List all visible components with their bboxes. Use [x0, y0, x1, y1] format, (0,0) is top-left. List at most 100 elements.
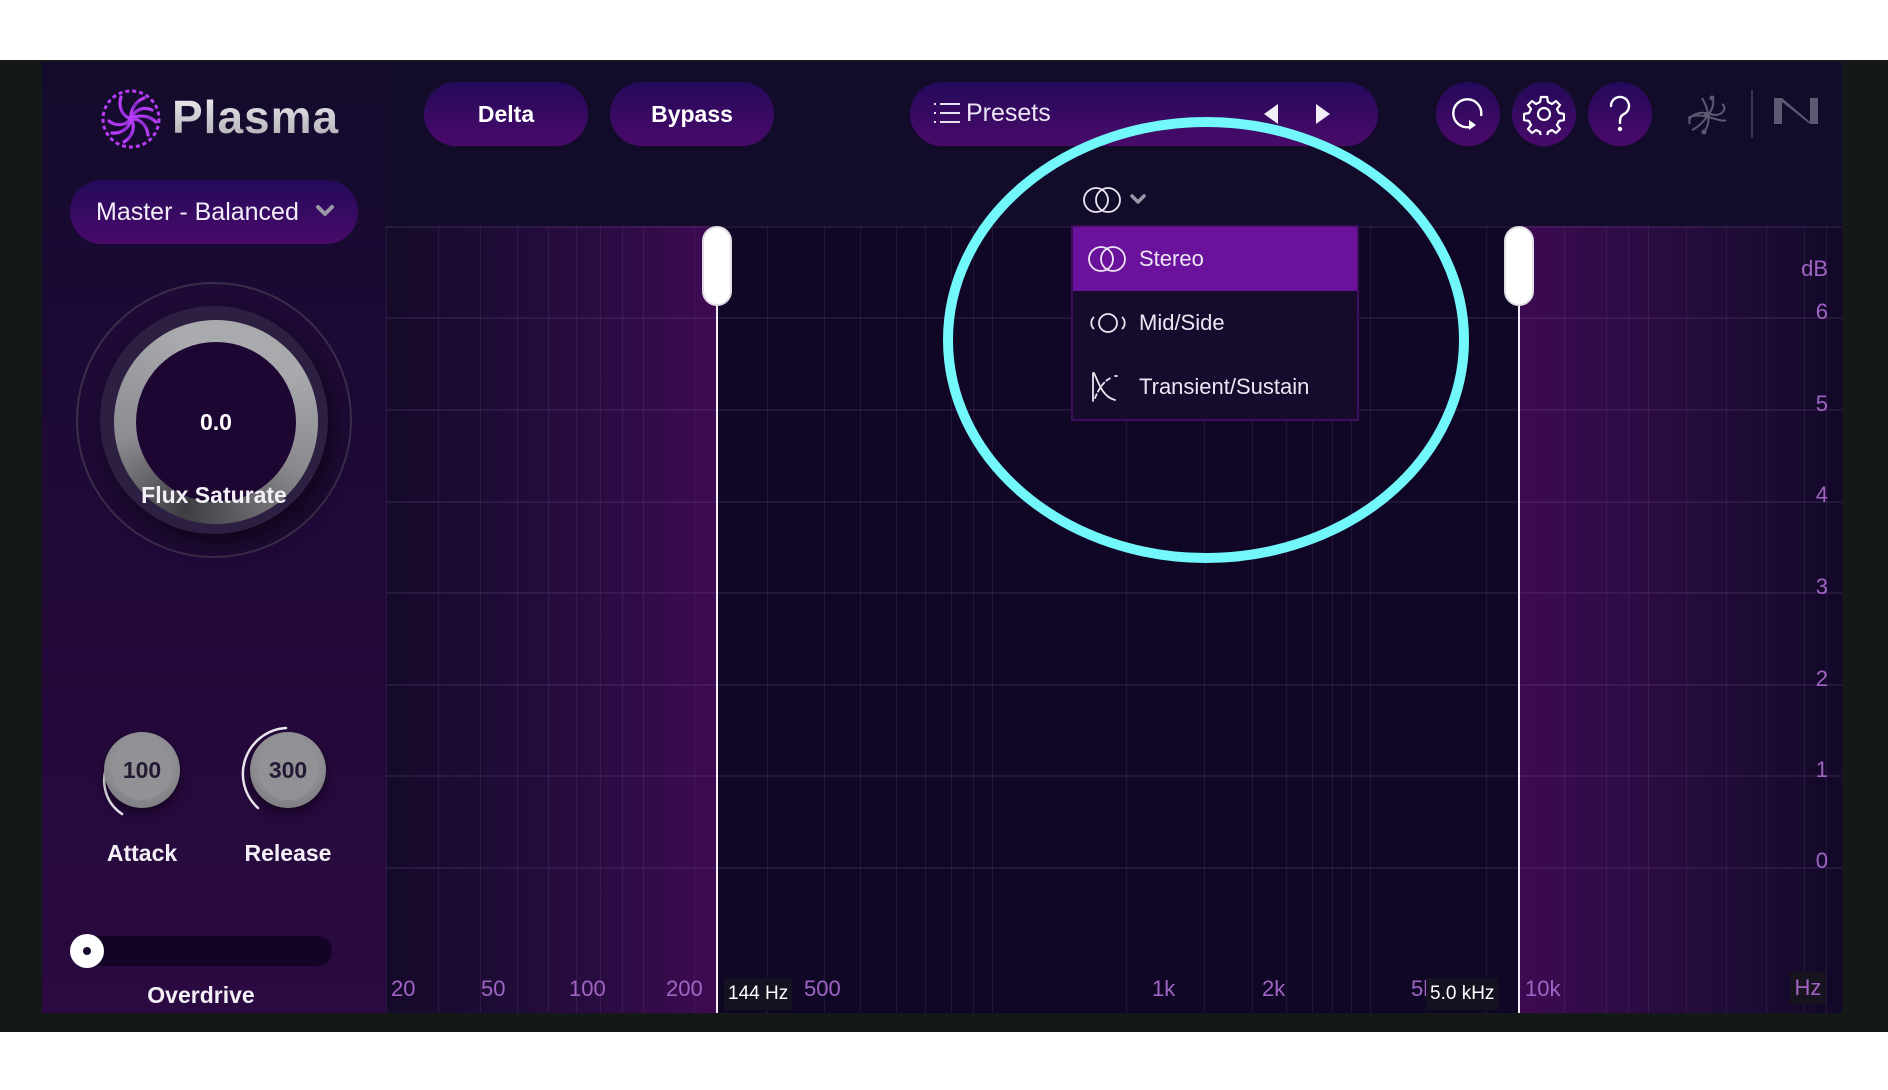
attack-label: Attack — [106, 840, 178, 866]
db-tick: 2 — [1815, 666, 1828, 691]
db-tick: 4 — [1815, 482, 1828, 507]
attack-value: 100 — [122, 756, 162, 783]
freq-tick: 200 — [666, 976, 703, 1001]
grid-line-vertical — [517, 226, 518, 1013]
left-panel: Plasma Master - Balanced 0.0 Flux Satura… — [42, 62, 386, 1013]
overdrive-slider-track[interactable] — [70, 936, 332, 966]
db-tick: 5 — [1815, 391, 1828, 416]
low-band-highlight — [386, 226, 717, 1013]
mode-selector-button[interactable] — [1082, 180, 1154, 220]
chevron-down-icon — [1130, 194, 1146, 204]
stereo-circles-icon — [1083, 187, 1121, 213]
high-crossover-handle[interactable] — [1504, 226, 1534, 306]
triangle-right-icon[interactable] — [1314, 102, 1332, 126]
db-unit-label: dB — [1801, 256, 1828, 281]
freq-tick: 100 — [569, 976, 606, 1001]
overdrive-slider-thumb[interactable] — [70, 934, 104, 968]
preset-select-value: Master - Balanced — [96, 197, 299, 226]
release-knob[interactable]: 300 — [250, 732, 326, 808]
mode-option-label: Mid/Side — [1139, 310, 1225, 335]
freq-tick: 50 — [481, 976, 506, 1001]
grid-line-vertical — [1826, 226, 1827, 1013]
grid-line-vertical — [1726, 226, 1727, 1013]
stereo-circles-icon — [1088, 246, 1126, 272]
flux-saturate-value: 0.0 — [136, 342, 296, 502]
grid-line-vertical — [824, 226, 825, 1013]
flux-saturate-knob[interactable]: 0.0 — [76, 282, 352, 558]
hz-unit-label: Hz — [1790, 972, 1826, 1004]
bypass-button[interactable]: Bypass — [610, 82, 774, 146]
mode-option-mid-side[interactable]: Mid/Side — [1073, 291, 1357, 355]
plugin-window: Plasma Master - Balanced 0.0 Flux Satura… — [42, 62, 1842, 1013]
help-button[interactable] — [1588, 82, 1652, 146]
mode-selector-dropdown: Stereo Mid/Side Transient/Sustain — [1071, 225, 1359, 421]
grid-line-vertical — [992, 226, 993, 1013]
high-crossover-line[interactable] — [1518, 266, 1520, 1013]
mode-option-transient-sustain[interactable]: Transient/Sustain — [1073, 355, 1357, 419]
high-crossover-readout: 5.0 kHz — [1426, 978, 1499, 1010]
grid-line-vertical — [1486, 226, 1487, 1013]
presets-bar[interactable]: Presets — [910, 82, 1378, 146]
grid-line-vertical — [951, 226, 952, 1013]
grid-line-vertical — [694, 226, 695, 1013]
grid-line-vertical — [1804, 226, 1805, 1013]
grid-line-vertical — [973, 226, 974, 1013]
grid-line-horizontal — [386, 775, 1842, 777]
delta-button[interactable]: Delta — [424, 82, 588, 146]
grid-line-vertical — [622, 226, 623, 1013]
logo-divider — [1751, 90, 1753, 138]
grid-line-vertical — [896, 226, 897, 1013]
grid-line-vertical — [1628, 226, 1629, 1013]
grid-line-vertical — [600, 226, 601, 1013]
db-tick: 3 — [1815, 574, 1828, 599]
low-crossover-line[interactable] — [716, 266, 718, 1013]
low-crossover-handle[interactable] — [702, 226, 732, 306]
db-tick: 0 — [1815, 848, 1828, 873]
overdrive-label: Overdrive — [147, 982, 255, 1008]
chevron-down-icon — [316, 205, 334, 216]
grid-line-vertical — [1686, 226, 1687, 1013]
freq-tick: 20 — [391, 976, 416, 1001]
list-icon — [934, 103, 960, 123]
plasma-spiral-logo — [101, 89, 161, 149]
low-crossover-readout: 144 Hz — [724, 978, 793, 1010]
grid-line-horizontal — [386, 684, 1842, 686]
high-band-highlight — [1519, 226, 1842, 1013]
grid-line-vertical — [576, 226, 577, 1013]
grid-line-horizontal — [386, 501, 1842, 503]
grid-line-vertical — [767, 226, 768, 1013]
freq-tick: 1k — [1152, 976, 1176, 1001]
grid-line-vertical — [1766, 226, 1767, 1013]
db-tick: 1 — [1815, 757, 1828, 782]
undo-history-button[interactable] — [1436, 82, 1500, 146]
grid-line-vertical — [925, 226, 926, 1013]
freq-tick: 2k — [1262, 976, 1286, 1001]
mode-option-label: Stereo — [1139, 246, 1204, 271]
grid-line-horizontal — [386, 592, 1842, 594]
grid-line-vertical — [1370, 226, 1371, 1013]
grid-line-vertical — [1606, 226, 1607, 1013]
mode-option-label: Transient/Sustain — [1139, 374, 1310, 399]
freq-tick: 500 — [804, 976, 841, 1001]
transient-sustain-icon — [1092, 372, 1118, 402]
grid-line-vertical — [1648, 226, 1649, 1013]
db-tick: 6 — [1815, 299, 1828, 324]
native-instruments-logo — [1774, 98, 1818, 124]
mode-option-stereo[interactable]: Stereo — [1073, 227, 1357, 291]
grid-line-vertical — [643, 226, 644, 1013]
mid-side-icon — [1090, 313, 1126, 333]
gear-icon — [1523, 95, 1565, 135]
grid-line-vertical — [386, 226, 387, 1013]
grid-line-vertical — [548, 226, 549, 1013]
help-icon — [1609, 95, 1631, 132]
grid-line-horizontal — [386, 867, 1842, 869]
settings-button[interactable] — [1512, 82, 1576, 146]
preset-select[interactable]: Master - Balanced — [70, 180, 358, 244]
ozone-atom-logo — [1687, 95, 1727, 135]
app-title: Plasma — [172, 91, 340, 143]
grid-line-vertical — [1564, 226, 1565, 1013]
flux-saturate-label: Flux Saturate — [141, 482, 287, 508]
attack-knob[interactable]: 100 — [104, 732, 180, 808]
triangle-left-icon[interactable] — [1262, 102, 1280, 126]
grid-line-vertical — [438, 226, 439, 1013]
